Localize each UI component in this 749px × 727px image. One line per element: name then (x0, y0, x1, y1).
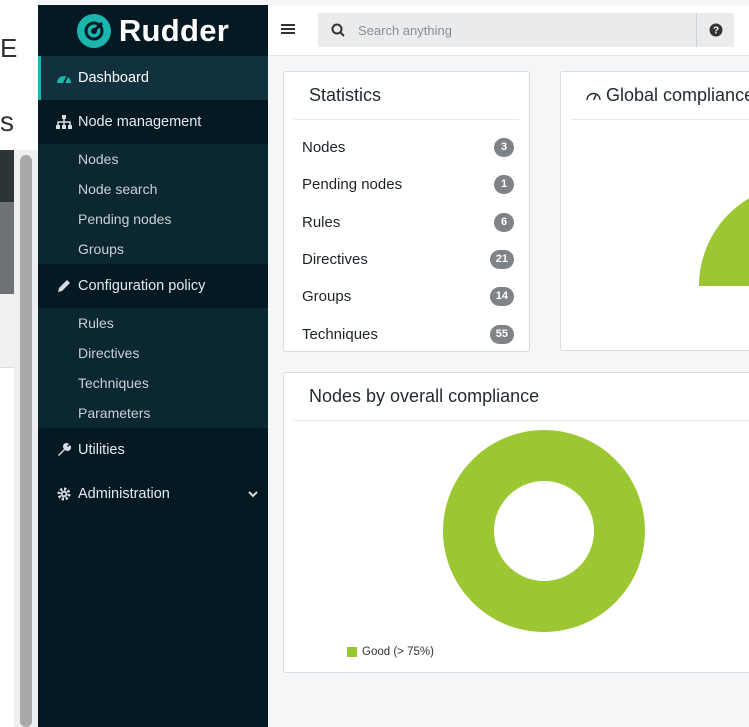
stat-label: Rules (302, 213, 341, 231)
panel-title: Global compliance (585, 85, 749, 106)
background-band (0, 294, 14, 368)
menu-toggle-icon[interactable] (281, 22, 297, 38)
sidebar-item-nodes[interactable]: Nodes (38, 144, 268, 174)
gear-icon (56, 486, 72, 502)
sidebar-item-label: Utilities (78, 442, 125, 458)
stat-row-groups[interactable]: Groups 14 (302, 284, 514, 308)
stat-row-nodes[interactable]: Nodes 3 (302, 135, 514, 159)
question-icon: ? (709, 23, 722, 37)
sidebar-item-parameters[interactable]: Parameters (38, 398, 268, 428)
sidebar-item-label: Node management (78, 114, 202, 130)
sidebar-item-dashboard[interactable]: Dashboard (38, 56, 268, 100)
background-window: E s (0, 0, 38, 727)
sidebar-item-node-management[interactable]: Node management (38, 100, 268, 144)
sidebar-item-groups[interactable]: Groups (38, 234, 268, 264)
rudder-logo-icon (76, 13, 111, 48)
stat-label: Directives (302, 250, 368, 268)
pencil-icon (56, 278, 72, 294)
gauge-arc (699, 198, 749, 286)
sidebar-item-node-search[interactable]: Node search (38, 174, 268, 204)
app-name: Rudder (118, 12, 230, 48)
stat-label: Pending nodes (302, 175, 403, 193)
statistics-panel: Statistics Nodes 3 Pending nodes 1 Rules… (283, 71, 530, 352)
sidebar-item-directives[interactable]: Directives (38, 338, 268, 368)
count-badge: 21 (489, 249, 514, 269)
nodes-compliance-panel: Nodes by overall compliance Good (> 75%) (283, 372, 749, 673)
topbar: ? (268, 5, 749, 56)
background-glyph: E (0, 33, 18, 63)
nodes-compliance-chart (442, 430, 645, 632)
sitemap-icon (56, 114, 72, 130)
search-input[interactable] (358, 22, 678, 38)
chart-legend: Good (> 75%) (347, 646, 434, 658)
stat-row-rules[interactable]: Rules 6 (302, 210, 514, 234)
background-band (0, 150, 14, 202)
count-badge: 3 (494, 137, 514, 157)
stat-label: Techniques (302, 325, 378, 343)
count-badge: 14 (489, 286, 514, 306)
search-box (318, 13, 696, 47)
gauge-icon (586, 92, 601, 100)
wrench-icon (56, 442, 72, 458)
count-badge: 6 (494, 212, 514, 232)
global-compliance-gauge (699, 198, 749, 286)
background-glyph: s (0, 106, 14, 137)
dashboard-icon (56, 70, 72, 86)
help-button[interactable]: ? (696, 13, 734, 47)
configuration-policy-submenu: Rules Directives Techniques Parameters (38, 308, 268, 428)
sidebar-item-label: Dashboard (78, 70, 149, 86)
sidebar-item-pending-nodes[interactable]: Pending nodes (38, 204, 268, 234)
node-management-submenu: Nodes Node search Pending nodes Groups (38, 144, 268, 264)
chevron-down-icon (248, 486, 258, 502)
sidebar-item-rules[interactable]: Rules (38, 308, 268, 338)
count-badge: 55 (489, 324, 514, 344)
stat-row-pending-nodes[interactable]: Pending nodes 1 (302, 172, 514, 196)
sidebar-item-configuration-policy[interactable]: Configuration policy (38, 264, 268, 308)
global-compliance-panel: Global compliance (560, 71, 749, 351)
scrollbar-thumb[interactable] (20, 155, 32, 727)
sidebar-item-utilities[interactable]: Utilities (38, 428, 268, 472)
panel-title: Nodes by overall compliance (309, 386, 540, 406)
stat-label: Nodes (302, 138, 346, 156)
panel-title: Statistics (309, 85, 382, 105)
sidebar: Rudder Dashboard Node management Nodes N… (38, 5, 268, 727)
sidebar-item-label: Configuration policy (78, 278, 206, 294)
stat-label: Groups (302, 287, 352, 305)
sidebar-item-administration[interactable]: Administration (38, 472, 268, 516)
svg-text:?: ? (712, 26, 718, 37)
search-icon[interactable] (318, 23, 358, 37)
panel-title-text: Global compliance (606, 85, 749, 105)
donut-slice[interactable] (442, 430, 645, 632)
sidebar-item-label: Administration (78, 486, 170, 502)
stat-row-directives[interactable]: Directives 21 (302, 247, 514, 271)
legend-label[interactable]: Good (> 75%) (362, 646, 434, 658)
brand[interactable]: Rudder (38, 5, 268, 56)
divider (294, 119, 519, 120)
stat-row-techniques[interactable]: Techniques 55 (302, 322, 514, 346)
count-badge: 1 (494, 174, 514, 194)
sidebar-item-techniques[interactable]: Techniques (38, 368, 268, 398)
background-band (0, 202, 14, 294)
legend-swatch (347, 647, 357, 657)
